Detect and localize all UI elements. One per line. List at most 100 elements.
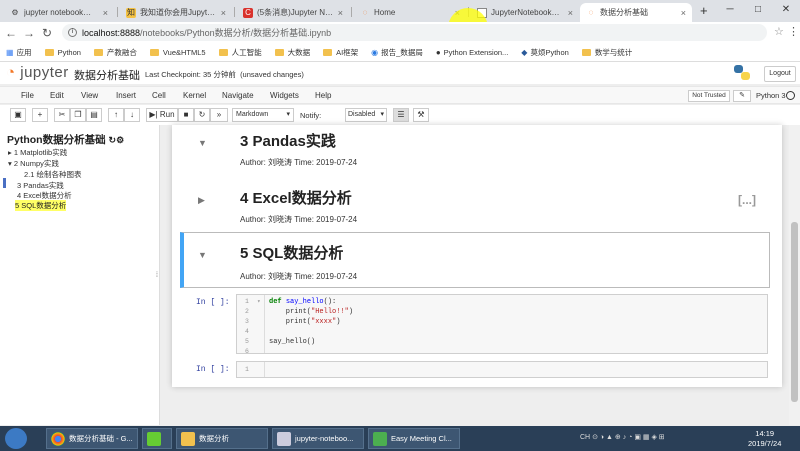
toc-toggle-icon[interactable]: ☰ [393, 108, 409, 122]
save-icon[interactable]: ▣ [10, 108, 26, 122]
close-icon[interactable]: × [221, 8, 226, 18]
bookmark-item[interactable]: ▦ 应用 [6, 47, 32, 58]
tools-icon[interactable]: ⚒ [413, 108, 429, 122]
browser-tab-strip: ⚙ jupyter notebook目录的... × 知 我知道你会用Jupyt… [0, 0, 800, 22]
restart-run-all-icon[interactable]: » [210, 108, 228, 122]
move-down-icon[interactable]: ↓ [124, 108, 140, 122]
close-icon[interactable]: × [681, 8, 686, 18]
bookmark-item[interactable]: ◉ 报告_数据局 [371, 47, 423, 58]
menu-icon[interactable]: ⋮ [788, 25, 799, 38]
splitter-handle[interactable]: ⁞ [156, 272, 158, 279]
jupyter-toolbar: ▣ + ✂ ❐ ▤ ↑ ↓ ▶| Run ■ ↻ » Markdown ▾ Not… [0, 105, 800, 125]
menu-cell[interactable]: Cell [152, 91, 166, 100]
bookmark-item[interactable]: 数学与统计 [581, 47, 632, 58]
menu-insert[interactable]: Insert [116, 91, 136, 100]
taskbar-item[interactable]: 数据分析基础 - G... [46, 428, 138, 449]
cell-type-select[interactable]: Markdown ▾ [232, 108, 294, 122]
move-up-icon[interactable]: ↑ [108, 108, 124, 122]
close-icon[interactable]: × [568, 8, 573, 18]
trust-status[interactable]: Not Trusted [688, 90, 730, 102]
notify-select[interactable]: Disabled ▾ [345, 108, 387, 122]
expand-arrow-icon[interactable]: ▶ [198, 195, 205, 206]
toc-item[interactable]: ▸ 1 Matplotlib实践 [8, 147, 67, 158]
menu-navigate[interactable]: Navigate [222, 91, 254, 100]
browser-tab[interactable]: JupyterNotebook操作界... × [471, 3, 579, 22]
close-icon[interactable]: × [103, 8, 108, 18]
menu-kernel[interactable]: Kernel [183, 91, 206, 100]
github-icon: ● [435, 48, 441, 57]
bookmark-item[interactable]: Vue&HTML5 [149, 48, 206, 57]
taskbar-item[interactable]: 数据分析 [176, 428, 268, 449]
bookmark-item[interactable]: 大数据 [274, 47, 310, 58]
menu-widgets[interactable]: Widgets [270, 91, 299, 100]
toc-item[interactable]: ▾ 2 Numpy实践 [8, 158, 59, 169]
jupyter-logo[interactable]: ◔ jupyter [6, 64, 69, 81]
start-button[interactable] [5, 428, 27, 449]
close-window-icon[interactable]: ✕ [772, 0, 800, 22]
cut-icon[interactable]: ✂ [54, 108, 70, 122]
bookmark-item[interactable]: 产教融合 [93, 47, 137, 58]
window-icon [277, 431, 291, 446]
taskbar-item[interactable]: jupyter-noteboo... [272, 428, 364, 449]
maximize-icon[interactable]: □ [744, 0, 772, 22]
bookmark-item[interactable]: AI框架 [323, 47, 358, 58]
code-cell[interactable]: In [ ]: 1 [184, 361, 768, 378]
run-button[interactable]: ▶| Run [146, 108, 178, 122]
back-icon[interactable]: ← [2, 26, 20, 40]
browser-tab-active[interactable]: ◌ 数据分析基础 × [580, 3, 692, 22]
info-icon: i [68, 28, 77, 37]
markdown-cell[interactable]: ▼ 5 SQL数据分析 Author: 刘晓涛 Time: 2019-07-24 [180, 237, 770, 287]
forward-icon[interactable]: → [20, 26, 38, 40]
clock[interactable]: 14:19 2019/7/24 [748, 429, 781, 449]
browser-tab[interactable]: C (5条消息)Jupyter Notebo... × [237, 3, 349, 22]
browser-tab[interactable]: ⚙ jupyter notebook目录的... × [4, 3, 114, 22]
logout-button[interactable]: Logout [764, 66, 796, 82]
url-field[interactable]: i localhost:8888 /notebooks/Python数据分析/数… [62, 24, 767, 41]
jupyter-icon: ◌ [588, 7, 594, 17]
markdown-cell[interactable]: ▶ 4 Excel数据分析 Author: 刘晓涛 Time: 2019-07-… [180, 182, 770, 232]
chrome-icon [51, 431, 65, 446]
close-icon[interactable]: × [338, 8, 343, 18]
insert-cell-icon[interactable]: + [32, 108, 48, 122]
folder-icon [149, 49, 159, 56]
bookmark-item[interactable]: ◆ 莫烦Python [521, 47, 569, 58]
notebook-title[interactable]: 数据分析基础 [74, 67, 140, 83]
collapse-arrow-icon[interactable]: ▼ [198, 138, 207, 148]
browser-tab[interactable]: 知 我知道你会用Jupyter No... × [120, 3, 232, 22]
minimize-icon[interactable]: ─ [716, 0, 744, 22]
code-editor[interactable]: 1 2 3 4 5 6 ▾ def say_hello(): print("He… [236, 294, 768, 355]
folder-icon [44, 49, 54, 56]
bookmark-item[interactable]: 人工智能 [218, 47, 262, 58]
fold-marker-icon[interactable]: ▾ [257, 298, 261, 305]
code-line: print("Hello!!") [269, 308, 354, 316]
menu-edit[interactable]: Edit [50, 91, 64, 100]
star-icon[interactable]: ☆ [774, 25, 784, 38]
toc-item-selected[interactable]: 5 SQL数据分析 [15, 200, 67, 211]
collapse-arrow-icon[interactable]: ▼ [198, 250, 207, 260]
code-cell[interactable]: In [ ]: 1 2 3 4 5 6 ▾ def say_hello(): p… [184, 294, 768, 355]
code-editor[interactable]: 1 [236, 361, 768, 378]
globe-icon: ◉ [371, 48, 379, 57]
refresh-icon[interactable]: ↻ [109, 135, 117, 145]
collapsed-marker[interactable]: [...] [738, 193, 756, 207]
interrupt-icon[interactable]: ■ [178, 108, 194, 122]
copy-icon[interactable]: ❐ [70, 108, 86, 122]
markdown-cell[interactable]: ▼ 3 Pandas实践 Author: 刘晓涛 Time: 2019-07-2… [180, 125, 770, 175]
bookmark-item[interactable]: Python [44, 48, 81, 57]
gear-icon[interactable]: ⚙ [116, 135, 124, 145]
menu-file[interactable]: File [21, 91, 34, 100]
new-tab-button[interactable]: + [700, 3, 708, 18]
folder-icon [181, 431, 195, 446]
scrollbar-thumb[interactable] [791, 222, 798, 402]
taskbar-item[interactable] [142, 428, 172, 449]
menu-view[interactable]: View [81, 91, 98, 100]
taskbar-item[interactable]: Easy Meeting Cl... [368, 428, 460, 449]
reload-icon[interactable]: ↻ [38, 26, 56, 40]
restart-icon[interactable]: ↻ [194, 108, 210, 122]
menu-help[interactable]: Help [315, 91, 331, 100]
input-prompt: In [ ]: [196, 365, 230, 374]
kernel-name[interactable]: Python 3 [756, 91, 786, 100]
toc-item[interactable]: 2.1 绘制各种图表 [24, 169, 82, 180]
paste-icon[interactable]: ▤ [86, 108, 102, 122]
bookmark-item[interactable]: ● Python Extension... [436, 48, 508, 57]
